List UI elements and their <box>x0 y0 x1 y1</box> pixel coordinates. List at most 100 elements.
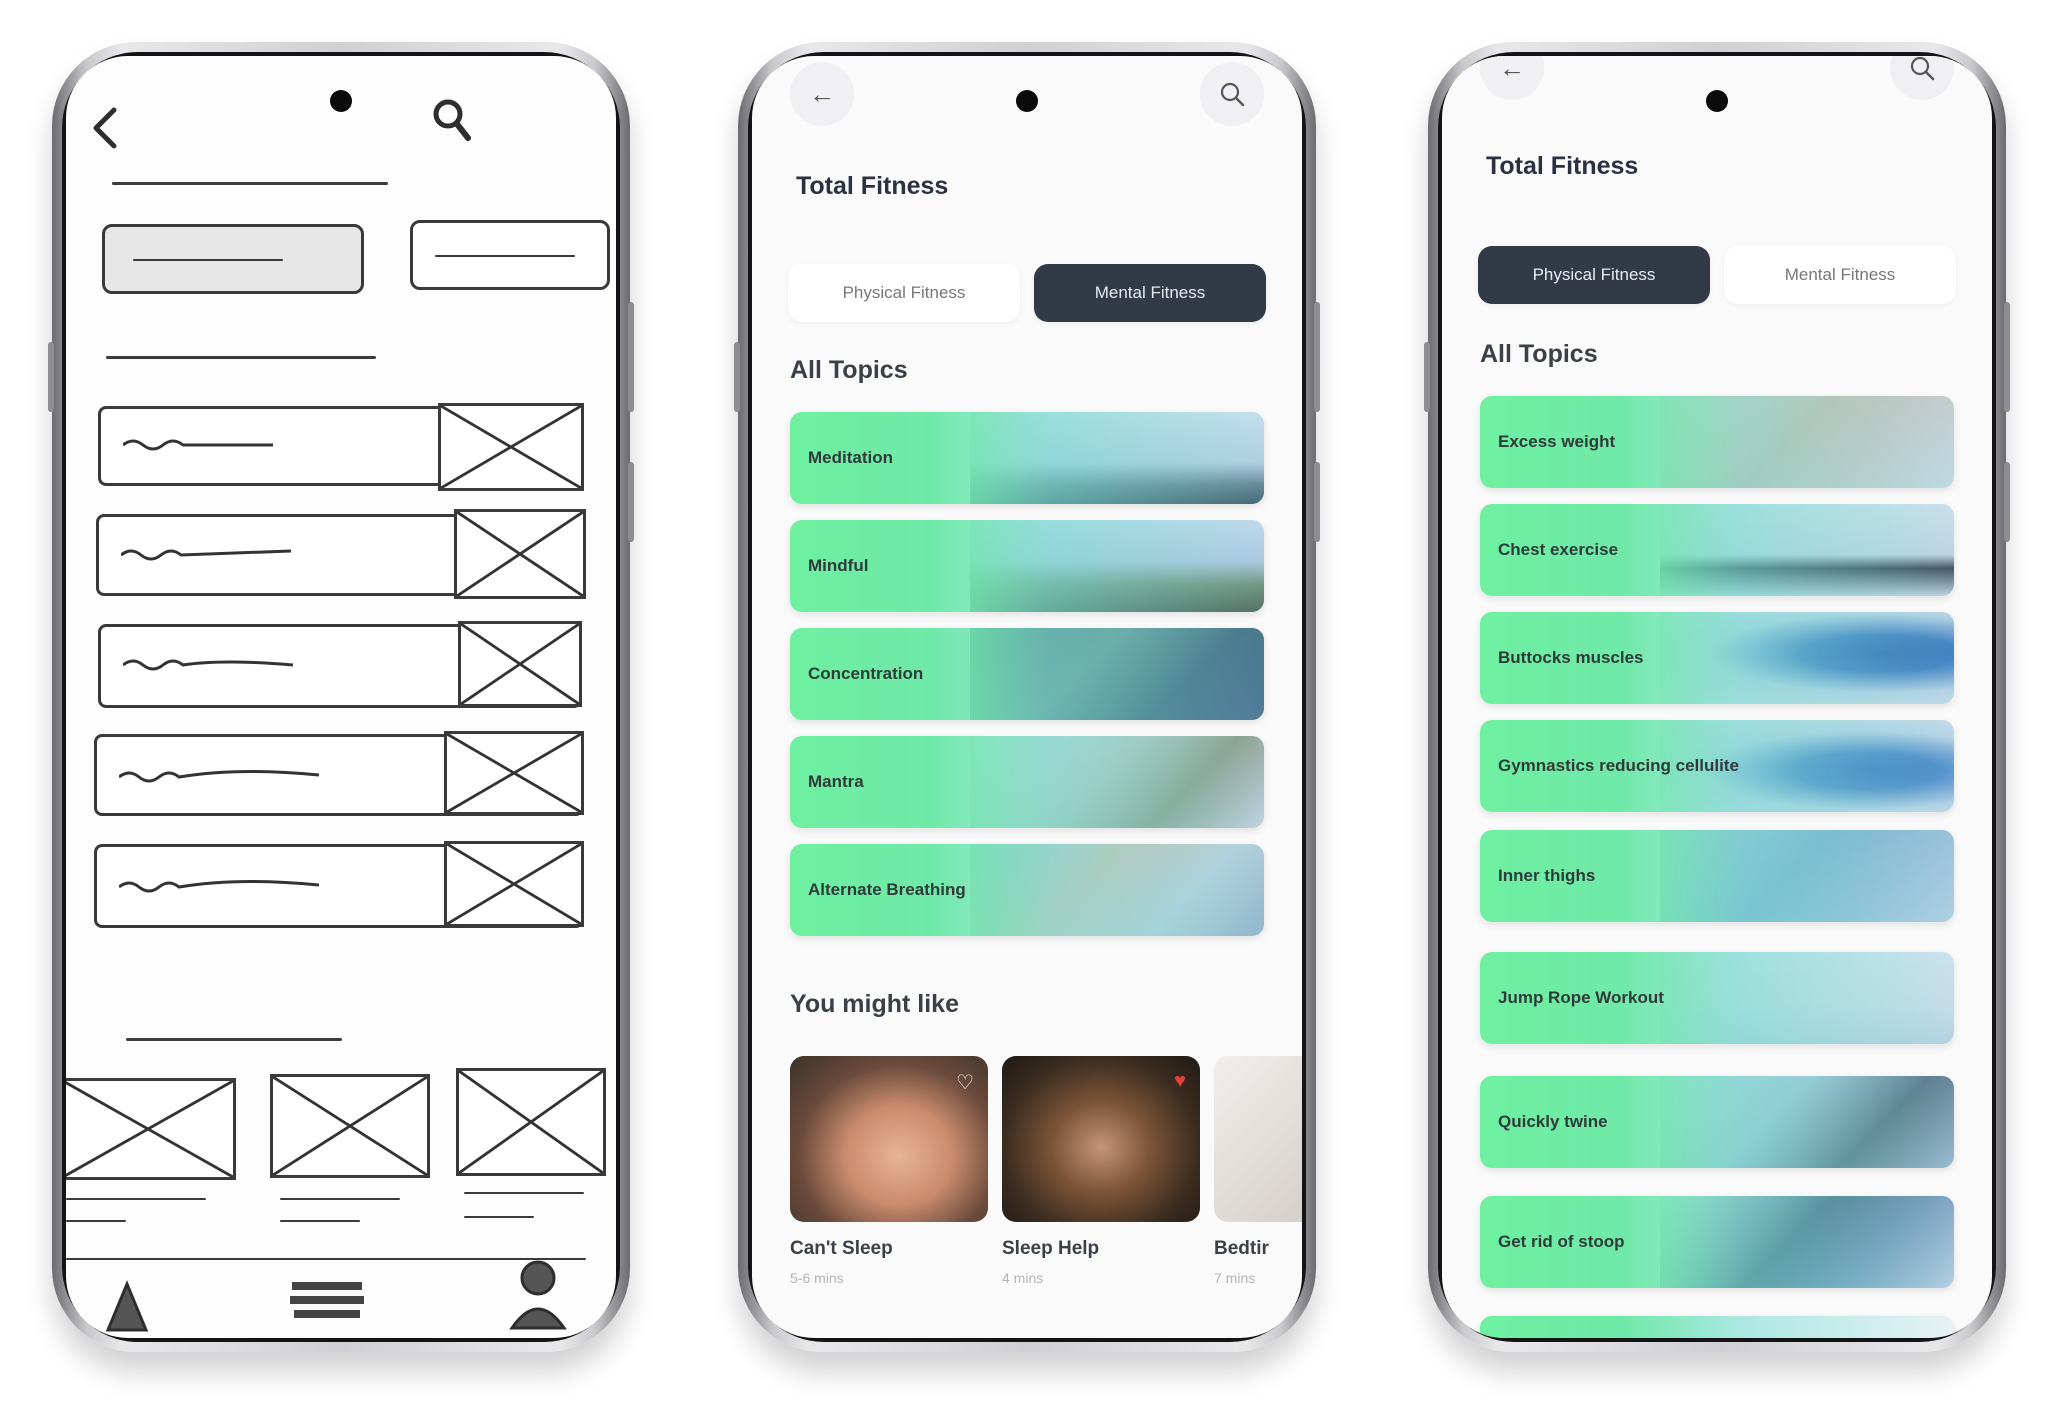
topic-card-chest-exercise[interactable]: Chest exercise <box>1480 504 1954 596</box>
side-button <box>1314 462 1320 542</box>
topic-label: Buttocks muscles <box>1498 648 1644 667</box>
sketch-menu-icon <box>290 1282 364 1318</box>
side-button <box>1314 302 1320 412</box>
tab-mental-fitness[interactable]: Mental Fitness <box>1724 246 1956 304</box>
front-camera <box>330 90 352 112</box>
search-button[interactable] <box>1200 62 1264 126</box>
topic-label: Mantra <box>808 772 864 791</box>
you-might-like-heading: You might like <box>790 990 959 1018</box>
topic-label: Alternate Breathing <box>808 880 966 899</box>
fitness-tabs: Physical Fitness Mental Fitness <box>1478 246 1956 304</box>
topic-label: Jump Rope Workout <box>1498 988 1664 1007</box>
side-button <box>628 462 634 542</box>
sketch-section-line <box>106 356 376 359</box>
topic-label: Inner thighs <box>1498 866 1596 885</box>
sketch-card <box>66 1078 236 1180</box>
sketch-title-line <box>112 182 388 185</box>
card-duration: 5-6 mins <box>790 1270 844 1286</box>
sketch-tab <box>410 220 610 290</box>
card-title: Can't Sleep <box>790 1238 893 1259</box>
topic-label: Chest exercise <box>1498 540 1619 559</box>
sketch-list-row <box>94 731 584 816</box>
card-image: ♥ <box>1002 1056 1200 1222</box>
tab-mental-fitness[interactable]: Mental Fitness <box>1034 264 1266 322</box>
topic-card-jump-rope-workout[interactable]: Jump Rope Workout <box>1480 952 1954 1044</box>
sketch-text-line <box>464 1192 584 1194</box>
topic-label: Meditation <box>808 448 893 467</box>
back-button[interactable]: ← <box>1480 56 1544 100</box>
all-topics-heading: All Topics <box>790 356 908 384</box>
card-duration: 7 mins <box>1214 1270 1256 1286</box>
search-icon <box>1220 82 1245 107</box>
topic-card-quickly-twine[interactable]: Quickly twine <box>1480 1076 1954 1168</box>
phone-sketch-wireframe <box>48 42 634 1352</box>
card-title: Bedtir <box>1214 1238 1269 1259</box>
topic-card-get-rid-of-stoop[interactable]: Get rid of stoop <box>1480 1196 1954 1288</box>
sketch-profile-icon <box>509 1260 567 1330</box>
recommendation-card[interactable]: ♡ Can't Sleep 5-6 mins <box>790 1056 988 1286</box>
topic-card-inner-thighs[interactable]: Inner thighs <box>1480 830 1954 922</box>
recommendation-card[interactable]: ♥ Sleep Help 4 mins <box>1002 1056 1200 1286</box>
sketch-list-row <box>96 509 586 599</box>
heart-icon[interactable]: ♥ <box>1174 1070 1186 1093</box>
sketch-list-row <box>98 403 584 491</box>
front-camera <box>1706 90 1728 112</box>
side-button <box>1424 342 1430 412</box>
mental-fitness-screen: ← Total Fitness Physical Fitness Mental … <box>752 56 1302 1338</box>
sketch-search-icon <box>433 99 471 141</box>
search-icon <box>1910 56 1935 81</box>
side-button <box>628 302 634 412</box>
tab-physical-fitness[interactable]: Physical Fitness <box>1478 246 1710 304</box>
card-duration: 4 mins <box>1002 1270 1044 1286</box>
tab-physical-fitness[interactable]: Physical Fitness <box>788 264 1020 322</box>
topic-label: Mindful <box>808 556 869 575</box>
physical-fitness-screen: ← Total Fitness Physical Fitness Mental … <box>1442 56 1992 1338</box>
sketch-home-icon <box>105 1280 149 1332</box>
topic-card-partial[interactable] <box>1480 1316 1954 1338</box>
topic-label: Quickly twine <box>1498 1112 1608 1131</box>
sketch-text-line <box>280 1198 400 1200</box>
heart-icon[interactable]: ♡ <box>956 1070 974 1095</box>
back-button[interactable]: ← <box>790 62 854 126</box>
topic-card-mindful[interactable]: Mindful <box>790 520 1264 612</box>
side-button <box>48 342 54 412</box>
recommendation-card[interactable]: Bedtir 7 mins <box>1214 1056 1302 1286</box>
page-title: Total Fitness <box>796 172 949 200</box>
topic-label: Gymnastics reducing cellulite <box>1498 756 1739 775</box>
side-button <box>734 342 740 412</box>
topic-card-concentration[interactable]: Concentration <box>790 628 1264 720</box>
topic-card-excess-weight[interactable]: Excess weight <box>1480 396 1954 488</box>
mockup-stage: ← Total Fitness Physical Fitness Mental … <box>0 0 2055 1410</box>
fitness-tabs: Physical Fitness Mental Fitness <box>788 264 1266 322</box>
arrow-left-icon: ← <box>1499 56 1525 83</box>
topic-card-alternate-breathing[interactable]: Alternate Breathing <box>790 844 1264 936</box>
sketch-text-line <box>464 1216 534 1218</box>
sketch-card <box>456 1068 606 1176</box>
card-image: ♡ <box>790 1056 988 1222</box>
phone-physical-fitness: ← Total Fitness Physical Fitness Mental … <box>1424 42 2010 1352</box>
topic-label: Get rid of stoop <box>1498 1232 1625 1251</box>
page-title: Total Fitness <box>1486 152 1639 180</box>
sketch-text-line <box>66 1198 206 1200</box>
sketch-text-line <box>66 1220 126 1222</box>
front-camera <box>1016 90 1038 112</box>
side-button <box>2004 302 2010 412</box>
topic-card-meditation[interactable]: Meditation <box>790 412 1264 504</box>
topic-card-gymnastics-reducing-cellulite[interactable]: Gymnastics reducing cellulite <box>1480 720 1954 812</box>
card-title: Sleep Help <box>1002 1238 1100 1259</box>
sketch-screen <box>66 56 616 1338</box>
sketch-text-line <box>280 1220 360 1222</box>
all-topics-heading: All Topics <box>1480 340 1598 368</box>
sketch-back-icon <box>93 107 117 149</box>
phone-mental-fitness: ← Total Fitness Physical Fitness Mental … <box>734 42 1320 1352</box>
sketch-list-row <box>98 621 582 708</box>
topic-label: Concentration <box>808 664 924 683</box>
arrow-left-icon: ← <box>809 78 835 109</box>
topic-card-mantra[interactable]: Mantra <box>790 736 1264 828</box>
side-button <box>2004 462 2010 542</box>
card-image <box>1214 1056 1302 1222</box>
topic-card-buttocks-muscles[interactable]: Buttocks muscles <box>1480 612 1954 704</box>
search-button[interactable] <box>1890 56 1954 100</box>
topic-label: Excess weight <box>1498 432 1616 451</box>
sketch-list-row <box>94 841 584 928</box>
